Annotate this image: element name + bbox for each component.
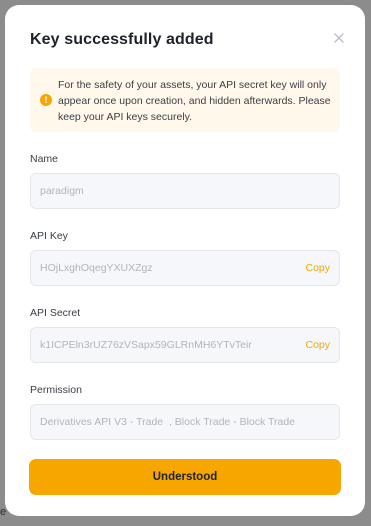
name-field: paradigm bbox=[30, 173, 340, 209]
api-secret-field: k1ICPEln3rUZ76zVSapx59GLRnMH6YTvTeir Cop… bbox=[30, 327, 340, 363]
copy-api-key-button[interactable]: Copy bbox=[305, 251, 330, 285]
permission-label: Permission bbox=[30, 384, 82, 396]
dialog-title: Key successfully added bbox=[30, 31, 214, 48]
security-notice: ! For the safety of your assets, your AP… bbox=[30, 68, 340, 132]
api-secret-value: k1ICPEln3rUZ76zVSapx59GLRnMH6YTvTeir bbox=[40, 339, 252, 351]
copy-api-secret-button[interactable]: Copy bbox=[305, 328, 330, 362]
permission-field: Derivatives API V3 - Trade , Block Trade… bbox=[30, 404, 340, 440]
api-key-field: HOjLxghOqegYXUXZgz Copy bbox=[30, 250, 340, 286]
backdrop-text-fragment: e bbox=[0, 506, 7, 518]
key-added-dialog: Key successfully added ! For the safety … bbox=[5, 5, 365, 516]
name-value: paradigm bbox=[40, 185, 84, 197]
api-key-value: HOjLxghOqegYXUXZgz bbox=[40, 262, 153, 274]
api-secret-label: API Secret bbox=[30, 307, 81, 319]
permission-value: Derivatives API V3 - Trade , Block Trade… bbox=[40, 416, 296, 428]
warning-icon: ! bbox=[40, 94, 52, 106]
understood-button[interactable]: Understood bbox=[29, 459, 341, 495]
name-label: Name bbox=[30, 153, 59, 165]
close-icon[interactable] bbox=[332, 31, 346, 45]
security-notice-text: For the safety of your assets, your API … bbox=[58, 79, 331, 123]
api-key-label: API Key bbox=[30, 230, 68, 242]
